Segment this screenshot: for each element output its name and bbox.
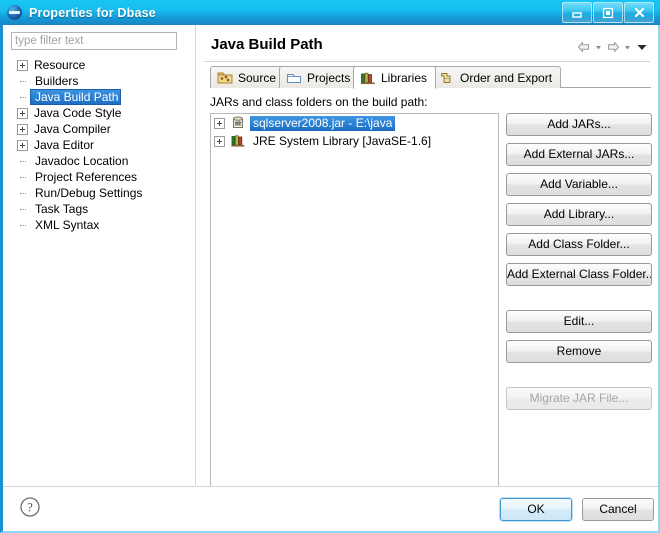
window-title: Properties for Dbase [29,5,156,20]
sidebar-item-label: XML Syntax [35,218,100,232]
window-controls [562,2,654,23]
tab-label: Order and Export [460,70,553,85]
svg-text:?: ? [27,501,33,515]
svg-text:010: 010 [234,121,242,127]
sidebar-item-task-tags[interactable]: Task Tags [11,201,189,217]
minimize-button[interactable] [562,2,592,23]
settings-tree: Resource Builders Java Build Path Java C… [11,57,189,233]
tab-order-and-export[interactable]: Order and Export [432,66,562,88]
source-folder-icon [217,71,233,85]
settings-sidebar: Resource Builders Java Build Path Java C… [3,25,195,485]
eclipse-icon [7,4,23,21]
expand-plus-icon[interactable] [214,135,225,147]
sidebar-item-java-compiler[interactable]: Java Compiler [11,121,189,137]
back-arrow-icon[interactable] [576,39,592,55]
sidebar-item-label: Resource [34,58,86,72]
list-item[interactable]: JRE System Library [JavaSE-1.6] [211,132,498,150]
header-divider [204,61,650,62]
projects-icon [286,71,302,85]
dialog-footer: ? OK Cancel [3,487,658,531]
list-item-label: JRE System Library [JavaSE-1.6] [253,133,432,148]
libraries-list[interactable]: 010 sqlserver2008.jar - E:\java JRE Syst… [210,113,499,499]
ok-button[interactable]: OK [499,497,573,522]
sidebar-item-label: Javadoc Location [35,154,129,168]
libraries-section-label: JARs and class folders on the build path… [210,95,428,109]
sidebar-item-project-references[interactable]: Project References [11,169,189,185]
sidebar-item-label: Java Editor [34,138,95,152]
add-external-class-folder-button[interactable]: Add External Class Folder... [506,263,652,286]
add-class-folder-button[interactable]: Add Class Folder... [506,233,652,256]
libraries-actions: Add JARs... Add External JARs... Add Var… [506,113,652,417]
expand-plus-icon[interactable] [17,139,28,151]
sidebar-item-label: Run/Debug Settings [35,186,143,200]
title-bar: Properties for Dbase [0,0,660,25]
jar-icon: 010 [230,115,246,131]
cancel-button[interactable]: Cancel [582,498,654,521]
page-title: Java Build Path [211,36,323,53]
add-library-button[interactable]: Add Library... [506,203,652,226]
forward-arrow-icon[interactable] [605,39,621,55]
expand-plus-icon[interactable] [17,107,28,119]
tab-source[interactable]: Source [210,66,286,88]
remove-button[interactable]: Remove [506,340,652,363]
tree-leaf-icon [17,220,29,231]
menu-chevron-down-icon[interactable] [634,39,650,55]
sidebar-item-resource[interactable]: Resource [11,57,189,73]
settings-page: Java Build Path Source Projects Librarie… [196,25,658,499]
library-icon [230,133,246,149]
list-item-label: sqlserver2008.jar - E:\java [250,115,396,131]
close-button[interactable] [624,2,654,23]
tree-leaf-icon [17,188,29,199]
tab-libraries[interactable]: Libraries [353,66,437,89]
tab-label: Libraries [381,70,428,85]
sidebar-item-java-code-style[interactable]: Java Code Style [11,105,189,121]
add-variable-button[interactable]: Add Variable... [506,173,652,196]
expand-plus-icon[interactable] [17,123,28,135]
help-icon[interactable]: ? [19,496,41,518]
sidebar-item-java-build-path[interactable]: Java Build Path [11,89,189,105]
tree-leaf-icon [17,204,29,215]
filter-input[interactable] [11,32,177,50]
sidebar-item-label: Task Tags [35,202,89,216]
sidebar-item-label: Project References [35,170,138,184]
sidebar-item-run-debug-settings[interactable]: Run/Debug Settings [11,185,189,201]
tab-projects[interactable]: Projects [279,66,360,88]
page-nav-controls [576,39,650,55]
expand-plus-icon[interactable] [214,117,225,129]
sidebar-item-javadoc-location[interactable]: Javadoc Location [11,153,189,169]
sidebar-item-label: Java Compiler [34,122,111,136]
tree-leaf-icon [17,156,29,167]
sidebar-item-builders[interactable]: Builders [11,73,189,89]
migrate-jar-file-button: Migrate JAR File... [506,387,652,410]
sidebar-item-java-editor[interactable]: Java Editor [11,137,189,153]
properties-dialog: Properties for Dbase type filter text Re… [0,0,660,533]
tab-label: Projects [307,70,351,85]
order-export-icon [439,71,455,85]
tab-bar: Source Projects Libraries Order and Expo… [210,66,651,89]
tab-label: Source [238,70,277,85]
tree-leaf-icon [17,76,29,87]
list-item[interactable]: 010 sqlserver2008.jar - E:\java [211,114,498,132]
tree-leaf-icon [17,92,29,103]
add-jars-button[interactable]: Add JARs... [506,113,652,136]
maximize-button[interactable] [593,2,623,23]
back-dropdown-caret-icon[interactable] [594,39,603,55]
edit-button[interactable]: Edit... [506,310,652,333]
sidebar-item-label: Java Build Path [30,89,122,105]
sidebar-item-label: Java Code Style [34,106,122,120]
tree-leaf-icon [17,172,29,183]
sidebar-item-xml-syntax[interactable]: XML Syntax [11,217,189,233]
sidebar-item-label: Builders [35,74,79,88]
forward-dropdown-caret-icon[interactable] [623,39,632,55]
add-external-jars-button[interactable]: Add External JARs... [506,143,652,166]
expand-plus-icon[interactable] [17,59,28,71]
libraries-icon [360,71,376,85]
